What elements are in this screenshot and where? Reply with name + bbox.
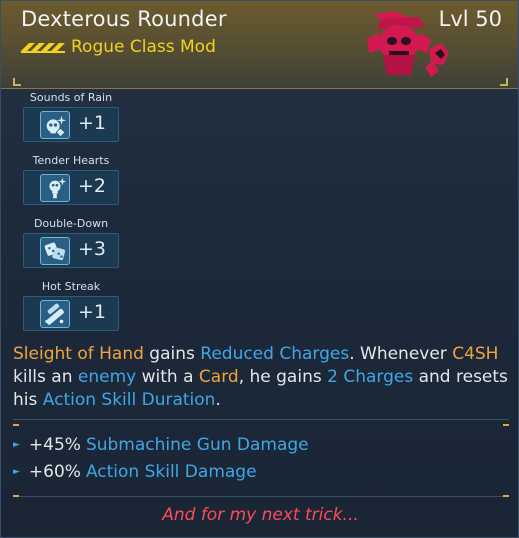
flavor-text: And for my next trick...: [162, 505, 359, 525]
dice-icon: [40, 237, 70, 265]
skill-bonus: +1: [78, 301, 107, 323]
desc-text: . Whenever: [349, 344, 453, 364]
desc-text: , he gains: [238, 367, 328, 387]
keyword-c4sh: C4SH: [452, 344, 499, 364]
stat-line: ► +60% Action Skill Damage: [13, 462, 257, 482]
stat-value: +60%: [28, 462, 81, 482]
item-description: Sleight of Hand gains Reduced Charges. W…: [13, 343, 513, 412]
stat-label: Submachine Gun Damage: [85, 435, 309, 455]
skull-spark-icon: [40, 174, 70, 202]
keyword-card: Card: [198, 367, 239, 387]
skill-name: Double-Down: [33, 217, 109, 230]
skill-bonus-box: +1: [23, 107, 119, 142]
rarity-row: Rogue Class Mod: [21, 37, 216, 57]
divider-tick-left: [13, 424, 19, 426]
desc-text: kills an: [13, 367, 78, 387]
keyword-2-charges: 2 Charges: [327, 367, 414, 387]
bullet-icon: ►: [13, 440, 20, 450]
skill-bonus-box: +1: [23, 296, 119, 331]
bullet-icon: ►: [13, 467, 20, 477]
item-type: Rogue Class Mod: [71, 37, 216, 57]
section-divider: [13, 419, 509, 420]
section-divider: [13, 496, 509, 497]
item-card: Dexterous Rounder Lvl 50 Rogue Class Mod: [0, 0, 519, 538]
skill-bonus: +2: [78, 175, 107, 197]
item-header: Dexterous Rounder Lvl 50 Rogue Class Mod: [1, 1, 518, 89]
streak-icon: [40, 300, 70, 328]
stat-line: ► +45% Submachine Gun Damage: [13, 435, 309, 455]
header-corner-left: [13, 78, 21, 86]
divider-tick-right: [503, 424, 509, 426]
desc-text: gains: [143, 344, 201, 364]
skill-name: Sounds of Rain: [29, 91, 113, 104]
keyword-enemy: enemy: [77, 367, 137, 387]
keyword-reduced-charges: Reduced Charges: [200, 344, 350, 364]
divider-tick-right: [503, 495, 509, 497]
skull-sparkle-icon: [40, 111, 70, 139]
keyword-sleight-of-hand: Sleight of Hand: [13, 344, 144, 364]
stat-label: Action Skill Damage: [85, 462, 257, 482]
desc-text: with a: [136, 367, 199, 387]
desc-text: .: [215, 390, 221, 410]
skill-bonus-box: +2: [23, 170, 119, 205]
header-corner-right: [500, 78, 508, 86]
skill-name: Hot Streak: [41, 280, 101, 293]
skill-bonus: +3: [78, 238, 107, 260]
stat-value: +45%: [28, 435, 81, 455]
item-name: Dexterous Rounder: [21, 7, 227, 31]
divider-tick-left: [13, 495, 19, 497]
skill-bonus: +1: [78, 112, 107, 134]
skill-bonus-box: +3: [23, 233, 119, 268]
rarity-chevrons-icon: [21, 43, 65, 53]
skill-name: Tender Hearts: [32, 154, 110, 167]
keyword-action-skill-duration: Action Skill Duration: [42, 390, 216, 410]
class-mod-emblem-icon: [367, 11, 449, 77]
